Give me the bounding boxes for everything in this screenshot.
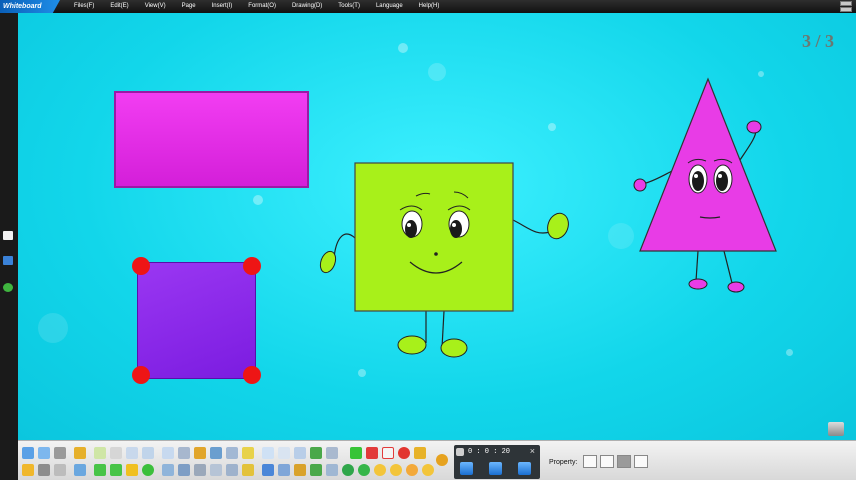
check-icon[interactable] (350, 447, 362, 459)
menu-edit[interactable]: Edit(E) (102, 0, 136, 13)
timer-display: 0 : 0 : 20 (468, 448, 511, 456)
zoom-out-icon[interactable] (126, 447, 138, 459)
select-icon[interactable] (162, 447, 174, 459)
add-page-icon[interactable] (3, 283, 13, 292)
screen-icon[interactable] (178, 447, 190, 459)
arrow-left-icon[interactable] (94, 447, 106, 459)
thumb-icon[interactable] (414, 447, 426, 459)
zoom-in-icon[interactable] (142, 447, 154, 459)
menu-page[interactable]: Page (174, 0, 204, 13)
timer-close-button[interactable]: × (530, 446, 535, 456)
laugh-icon[interactable] (390, 464, 402, 476)
new-file-icon[interactable] (22, 447, 34, 459)
property-list-icon[interactable] (600, 455, 614, 468)
menu-files[interactable]: Files(F) (66, 0, 102, 13)
corner-marker (132, 366, 150, 384)
cross-icon[interactable] (366, 447, 378, 459)
page-counter: 3 / 3 (801, 31, 834, 51)
open-file-icon[interactable] (38, 447, 50, 459)
highlighter-icon[interactable] (278, 464, 290, 476)
refresh-icon[interactable] (358, 464, 370, 476)
user-icon[interactable] (310, 464, 322, 476)
minimize-button[interactable] (840, 1, 852, 6)
prev-page-icon[interactable] (94, 464, 106, 476)
text-icon[interactable] (294, 464, 306, 476)
line-icon[interactable] (262, 447, 274, 459)
grin-icon[interactable] (406, 464, 418, 476)
eraser-icon[interactable] (294, 447, 306, 459)
corner-marker (132, 257, 150, 275)
app-logo: Whiteboard (0, 0, 60, 13)
keyboard-icon[interactable] (326, 447, 338, 459)
whiteboard-canvas[interactable]: 3 / 3 (18, 13, 856, 440)
corner-marker (243, 257, 261, 275)
corner-marker (243, 366, 261, 384)
purple-square[interactable] (132, 257, 261, 384)
window-controls (840, 1, 852, 12)
property-label: Property: (549, 459, 578, 466)
sparkle (398, 43, 408, 53)
menu-drawing[interactable]: Drawing(D) (284, 0, 330, 13)
save-icon[interactable] (74, 464, 86, 476)
hand-icon[interactable] (126, 464, 138, 476)
camera-icon[interactable] (178, 464, 190, 476)
record-icon[interactable] (194, 464, 206, 476)
timer-panel: 0 : 0 : 20 × (454, 445, 540, 479)
exclaim-icon[interactable] (382, 447, 394, 459)
menu-bar: Whiteboard Files(F) Edit(E) View(V) Page… (0, 0, 856, 13)
ruler-icon[interactable] (242, 464, 254, 476)
property-layers-icon[interactable] (617, 455, 631, 468)
menu-language[interactable]: Language (368, 0, 411, 13)
menu-view[interactable]: View(V) (137, 0, 174, 13)
table-icon[interactable] (210, 464, 222, 476)
arrow-right-icon[interactable] (110, 447, 122, 459)
property-lines-icon[interactable] (634, 455, 648, 468)
green-square-character[interactable] (314, 158, 574, 378)
pencil-icon[interactable] (74, 447, 86, 459)
heart-icon[interactable] (398, 447, 410, 459)
trash-icon[interactable] (828, 422, 844, 436)
chart-icon[interactable] (310, 447, 322, 459)
sparkle (786, 349, 793, 356)
magnify-icon[interactable] (162, 464, 174, 476)
copy-icon[interactable] (38, 464, 50, 476)
timer-play-button[interactable] (460, 462, 473, 475)
info-icon[interactable] (342, 464, 354, 476)
sparkle (428, 63, 446, 81)
pink-triangle-character[interactable] (628, 75, 798, 305)
film-icon[interactable] (210, 447, 222, 459)
bottom-toolbar: 0 : 0 : 20 × Property: (18, 440, 856, 480)
brush-icon[interactable] (194, 447, 206, 459)
property-grid-icon[interactable] (583, 455, 597, 468)
sparkle (38, 313, 68, 343)
grid-icon[interactable] (226, 447, 238, 459)
wink-icon[interactable] (422, 464, 434, 476)
bulb-icon[interactable] (242, 447, 254, 459)
pink-rectangle[interactable] (114, 91, 309, 188)
timer-stop-button[interactable] (518, 462, 531, 475)
sparkle (253, 195, 263, 205)
menu-format[interactable]: Format(O) (240, 0, 284, 13)
picture-icon[interactable] (326, 464, 338, 476)
menu-tools[interactable]: Tools(T) (330, 0, 368, 13)
page-thumbnail-icon[interactable] (3, 231, 13, 240)
sparkle (548, 123, 556, 131)
timer-icon (456, 448, 464, 456)
orange-star-icon[interactable] (436, 454, 448, 466)
close-button[interactable] (840, 7, 852, 12)
timer-pause-button[interactable] (489, 462, 502, 475)
folder-icon[interactable] (22, 464, 34, 476)
left-side-panel (0, 13, 18, 440)
circle-green-icon[interactable] (142, 464, 154, 476)
pen-blue-icon[interactable] (262, 464, 274, 476)
clock-icon[interactable] (226, 464, 238, 476)
menu-help[interactable]: Help(H) (411, 0, 448, 13)
redo-icon[interactable] (54, 464, 66, 476)
page-list-icon[interactable] (3, 256, 13, 265)
shape-icon[interactable] (278, 447, 290, 459)
menu-insert[interactable]: Insert(I) (204, 0, 241, 13)
undo-icon[interactable] (54, 447, 66, 459)
next-page-icon[interactable] (110, 464, 122, 476)
smile-icon[interactable] (374, 464, 386, 476)
